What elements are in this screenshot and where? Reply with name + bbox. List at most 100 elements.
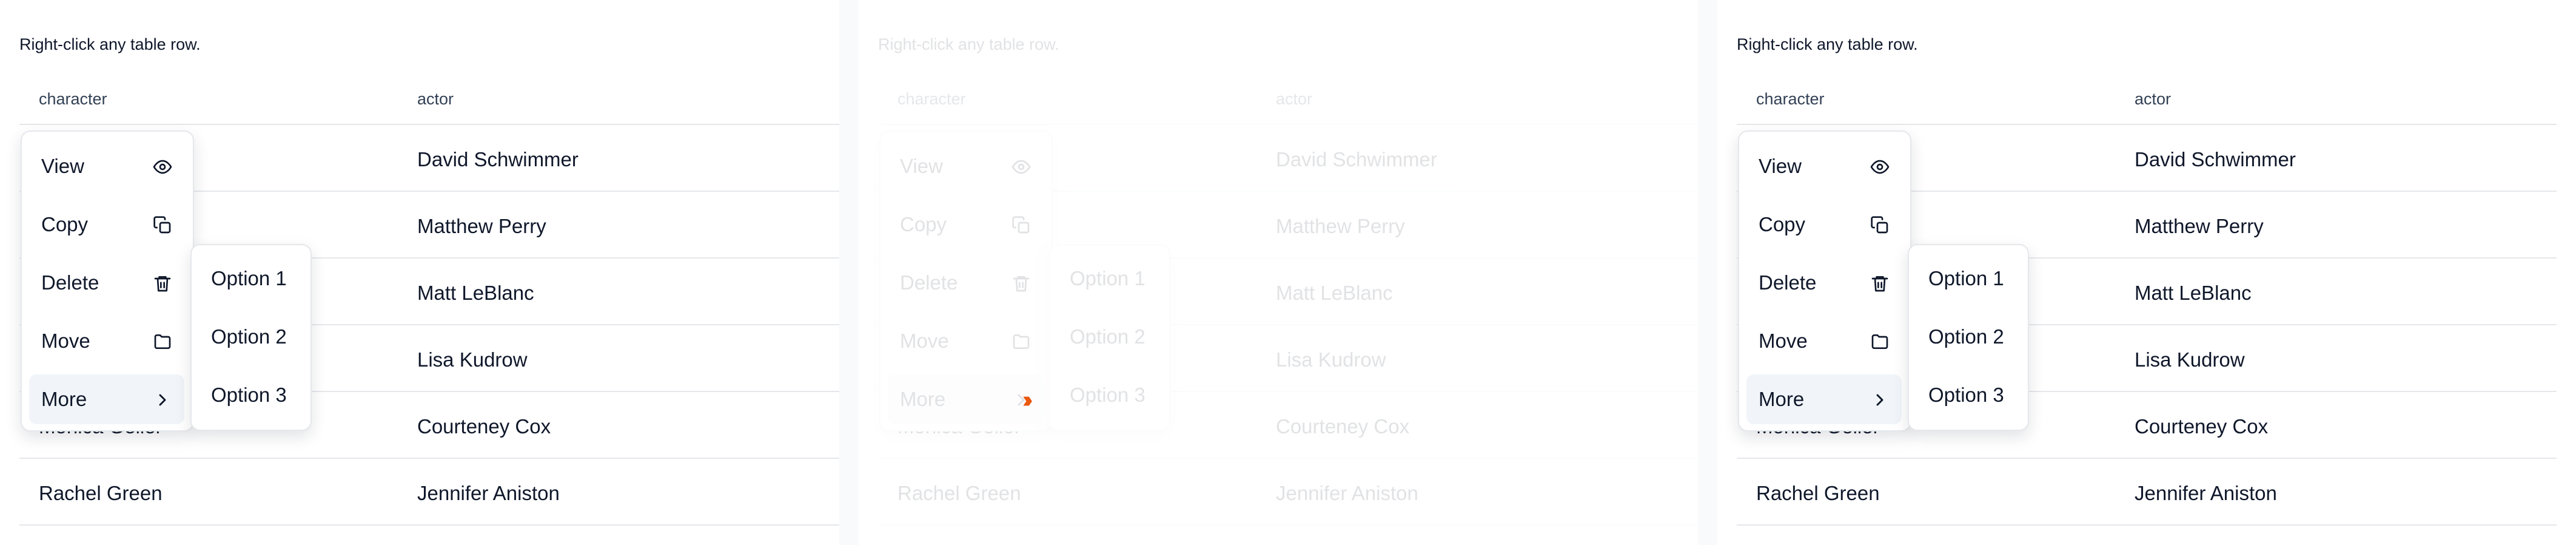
column-header-actor: actor <box>1276 90 1313 108</box>
eye-icon <box>153 157 172 177</box>
submenu-item-option-1[interactable]: Option 1 <box>1058 254 1161 303</box>
cell-character: Rachel Green <box>39 482 163 504</box>
cell-actor: Jennifer Aniston <box>1276 482 1418 504</box>
submenu-item-option-2[interactable]: Option 2 <box>1058 312 1161 362</box>
cell-actor: Matt LeBlanc <box>417 282 534 304</box>
table-header: character actor <box>1737 85 2557 125</box>
cell-actor: Jennifer Aniston <box>417 482 560 504</box>
cell-character: Rachel Green <box>1756 482 1880 504</box>
folder-icon <box>1011 332 1031 351</box>
submenu-item-label: Option 3 <box>211 384 287 406</box>
submenu-item-option-1[interactable]: Option 1 <box>199 254 302 303</box>
panel-content: Right-click any table row. character act… <box>859 0 1698 545</box>
eye-icon <box>1011 157 1031 177</box>
menu-item-label: View <box>41 155 84 177</box>
submenu-item-label: Option 2 <box>1928 325 2004 348</box>
menu-item-label: More <box>41 388 87 410</box>
column-header-character: character <box>897 90 966 108</box>
copy-icon <box>153 215 172 235</box>
cell-actor: Jennifer Aniston <box>2135 482 2277 504</box>
column-header-actor: actor <box>417 90 454 108</box>
eye-icon <box>1870 157 1890 177</box>
trash-icon <box>1870 274 1890 293</box>
menu-item-label: View <box>900 155 943 177</box>
cell-actor: Lisa Kudrow <box>2135 348 2245 371</box>
context-menu: View Copy Delete Move More <box>879 130 1053 432</box>
more-submenu: Option 1 Option 2 Option 3 <box>1049 244 1170 431</box>
menu-item-more[interactable]: More <box>1746 374 1902 424</box>
cell-character: Rachel Green <box>897 482 1021 504</box>
submenu-item-label: Option 2 <box>1070 325 1145 348</box>
submenu-item-label: Option 2 <box>211 325 287 348</box>
submenu-item-option-3[interactable]: Option 3 <box>1058 370 1161 420</box>
submenu-item-option-3[interactable]: Option 3 <box>199 370 302 420</box>
chevron-right-icon <box>1870 390 1890 410</box>
menu-item-more[interactable]: More <box>888 374 1043 424</box>
column-header-actor: actor <box>2135 90 2172 108</box>
menu-item-label: Delete <box>1759 271 1817 294</box>
cell-actor: Matthew Perry <box>1276 215 1405 237</box>
menu-item-label: Move <box>41 330 90 352</box>
cell-actor: Matthew Perry <box>2135 215 2264 237</box>
submenu-item-label: Option 1 <box>211 267 287 289</box>
menu-item-delete[interactable]: Delete <box>1746 258 1902 308</box>
panel-content: Right-click any table row. character act… <box>0 0 839 545</box>
copy-icon <box>1870 215 1890 235</box>
submenu-item-option-1[interactable]: Option 1 <box>1916 254 2019 303</box>
instruction-text: Right-click any table row. <box>1737 35 1918 53</box>
menu-item-label: Copy <box>41 213 89 235</box>
double-chevron-right-icon: ›› <box>1022 387 1033 413</box>
cell-actor: Courteney Cox <box>2135 415 2269 438</box>
menu-item-move[interactable]: Move <box>888 316 1043 366</box>
menu-item-label: Copy <box>900 213 947 235</box>
menu-item-copy[interactable]: Copy <box>888 200 1043 249</box>
menu-item-delete[interactable]: Delete <box>29 258 184 308</box>
menu-item-label: Move <box>1759 330 1808 352</box>
cell-actor: Matt LeBlanc <box>1276 282 1393 304</box>
table-row[interactable]: Rachel Green Jennifer Aniston <box>19 459 839 526</box>
table-header: character actor <box>878 85 1698 125</box>
menu-item-move[interactable]: Move <box>29 316 184 366</box>
menu-item-copy[interactable]: Copy <box>1746 200 1902 249</box>
context-menu: View Copy Delete Move More <box>21 130 194 432</box>
folder-icon <box>153 332 172 351</box>
state-panel-open-repeat: Right-click any table row. character act… <box>1717 0 2557 545</box>
more-submenu: Option 1 Option 2 Option 3 <box>1908 244 2029 431</box>
cell-actor: David Schwimmer <box>417 148 579 171</box>
menu-item-view[interactable]: View <box>888 141 1043 191</box>
menu-item-label: Copy <box>1759 213 1806 235</box>
more-submenu: Option 1 Option 2 Option 3 <box>190 244 312 431</box>
menu-item-more[interactable]: More <box>29 374 184 424</box>
submenu-item-option-2[interactable]: Option 2 <box>199 312 302 362</box>
instruction-text: Right-click any table row. <box>878 35 1059 53</box>
menu-item-label: View <box>1759 155 1802 177</box>
submenu-item-label: Option 3 <box>1928 384 2004 406</box>
menu-item-view[interactable]: View <box>1746 141 1902 191</box>
menu-item-label: Move <box>900 330 949 352</box>
column-header-character: character <box>39 90 107 108</box>
panel-content: Right-click any table row. character act… <box>1717 0 2557 545</box>
cell-actor: Matthew Perry <box>417 215 546 237</box>
cell-actor: Courteney Cox <box>417 415 551 438</box>
table-row[interactable]: Rachel Green Jennifer Aniston <box>1737 459 2557 526</box>
menu-item-label: More <box>900 388 946 410</box>
cell-actor: David Schwimmer <box>1276 148 1437 171</box>
table-header: character actor <box>19 85 839 125</box>
menu-item-view[interactable]: View <box>29 141 184 191</box>
menu-item-label: Delete <box>41 271 99 294</box>
submenu-item-option-2[interactable]: Option 2 <box>1916 312 2019 362</box>
folder-icon <box>1870 332 1890 351</box>
instruction-text: Right-click any table row. <box>19 35 201 53</box>
trash-icon <box>1011 274 1031 293</box>
submenu-item-label: Option 3 <box>1070 384 1145 406</box>
menu-item-move[interactable]: Move <box>1746 316 1902 366</box>
submenu-item-option-3[interactable]: Option 3 <box>1916 370 2019 420</box>
state-panel-transition: Right-click any table row. character act… <box>859 0 1698 545</box>
cell-actor: David Schwimmer <box>2135 148 2296 171</box>
cell-actor: Lisa Kudrow <box>1276 348 1386 371</box>
submenu-item-label: Option 1 <box>1070 267 1145 289</box>
menu-item-label: More <box>1759 388 1805 410</box>
menu-item-delete[interactable]: Delete <box>888 258 1043 308</box>
table-row[interactable]: Rachel Green Jennifer Aniston <box>878 459 1698 526</box>
menu-item-copy[interactable]: Copy <box>29 200 184 249</box>
